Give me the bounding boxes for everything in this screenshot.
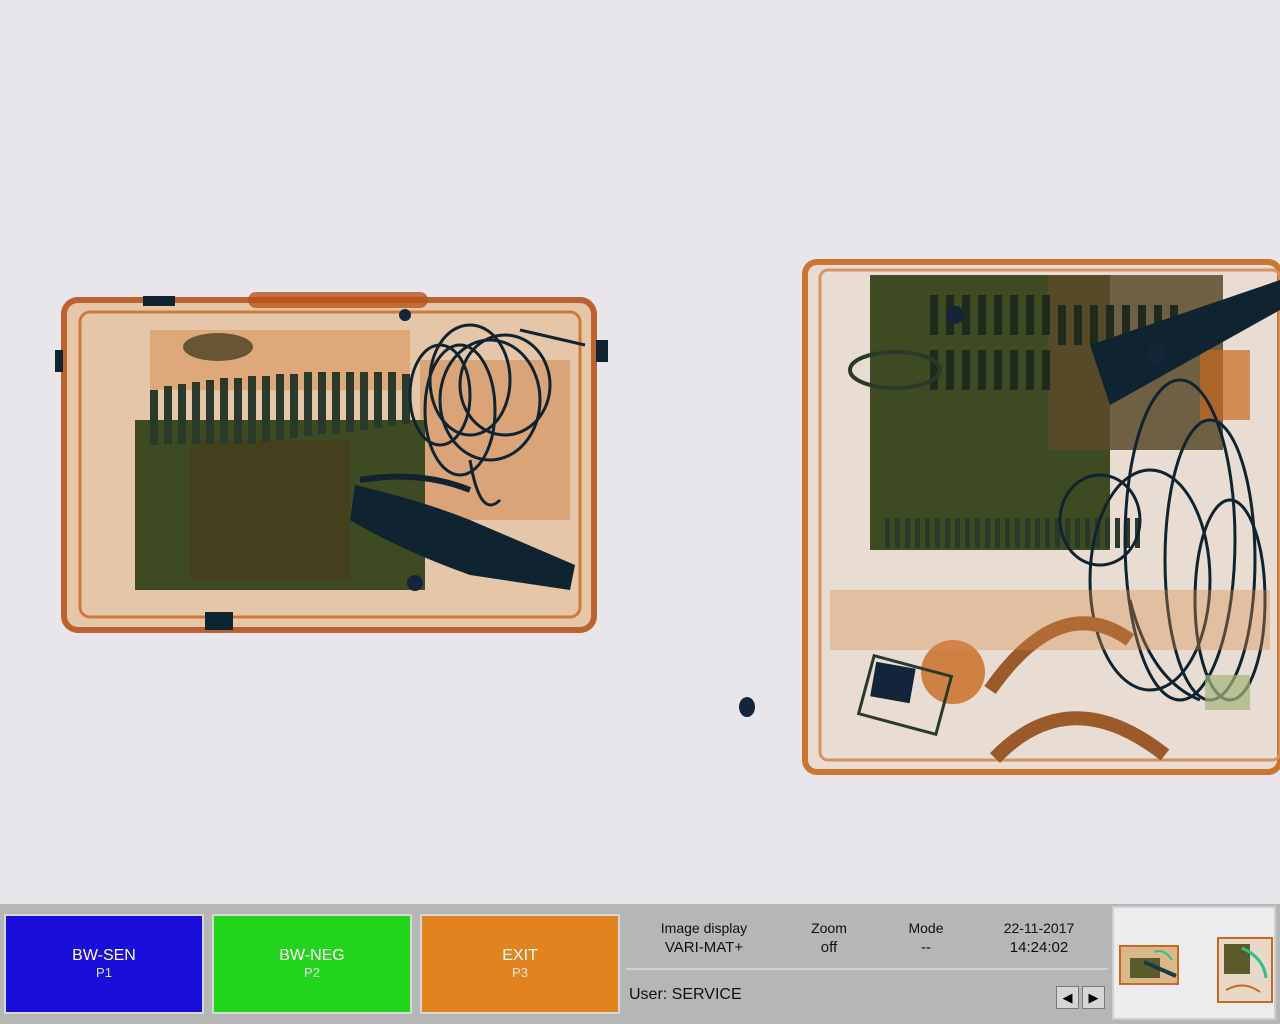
thumbnail-preview <box>1114 908 1274 1018</box>
zoom-heading: Zoom <box>811 920 847 936</box>
datetime-status: 22-11-2017 14:24:02 <box>984 918 1094 958</box>
exit-key-hint: P3 <box>512 965 528 980</box>
scanned-bag-left <box>55 292 608 633</box>
xray-scan-image <box>0 0 1280 904</box>
bw-sen-button[interactable]: BW-SEN P1 <box>4 914 204 1014</box>
exit-button[interactable]: EXIT P3 <box>420 914 620 1014</box>
status-divider <box>626 968 1108 970</box>
bw-sen-key-hint: P1 <box>96 965 112 980</box>
next-image-button[interactable]: ▶ <box>1082 986 1105 1009</box>
zoom-status: Zoom off <box>789 918 869 958</box>
previous-image-button[interactable]: ◀ <box>1056 986 1079 1009</box>
stray-metal-object <box>739 697 755 717</box>
zoom-value: off <box>820 939 838 956</box>
bw-neg-label: BW-NEG <box>279 947 345 964</box>
bw-sen-label: BW-SEN <box>72 947 136 964</box>
triangle-right-icon: ▶ <box>1088 990 1099 1005</box>
time-value: 14:24:02 <box>1009 939 1069 956</box>
xray-screen: BW-SEN P1 BW-NEG P2 EXIT P3 Image displa… <box>0 0 1280 1024</box>
control-bar: BW-SEN P1 BW-NEG P2 EXIT P3 Image displa… <box>0 904 1280 1024</box>
mode-value: -- <box>921 939 931 956</box>
user-label: User: SERVICE <box>629 986 742 1003</box>
mode-status: Mode -- <box>886 918 966 958</box>
image-display-heading: Image display <box>660 920 748 936</box>
image-display-value: VARI-MAT+ <box>664 939 744 956</box>
status-panel: Image display VARI-MAT+ Zoom off Mode --… <box>626 908 1108 1020</box>
image-display-status: Image display VARI-MAT+ <box>644 918 764 958</box>
scanned-bag-right <box>802 259 1280 775</box>
bw-neg-button[interactable]: BW-NEG P2 <box>212 914 412 1014</box>
bw-neg-key-hint: P2 <box>304 965 320 980</box>
mode-heading: Mode <box>908 920 944 936</box>
triangle-left-icon: ◀ <box>1062 990 1073 1005</box>
exit-label: EXIT <box>502 947 538 964</box>
scan-thumbnail[interactable] <box>1112 906 1276 1020</box>
date-value: 22-11-2017 <box>1003 920 1075 936</box>
